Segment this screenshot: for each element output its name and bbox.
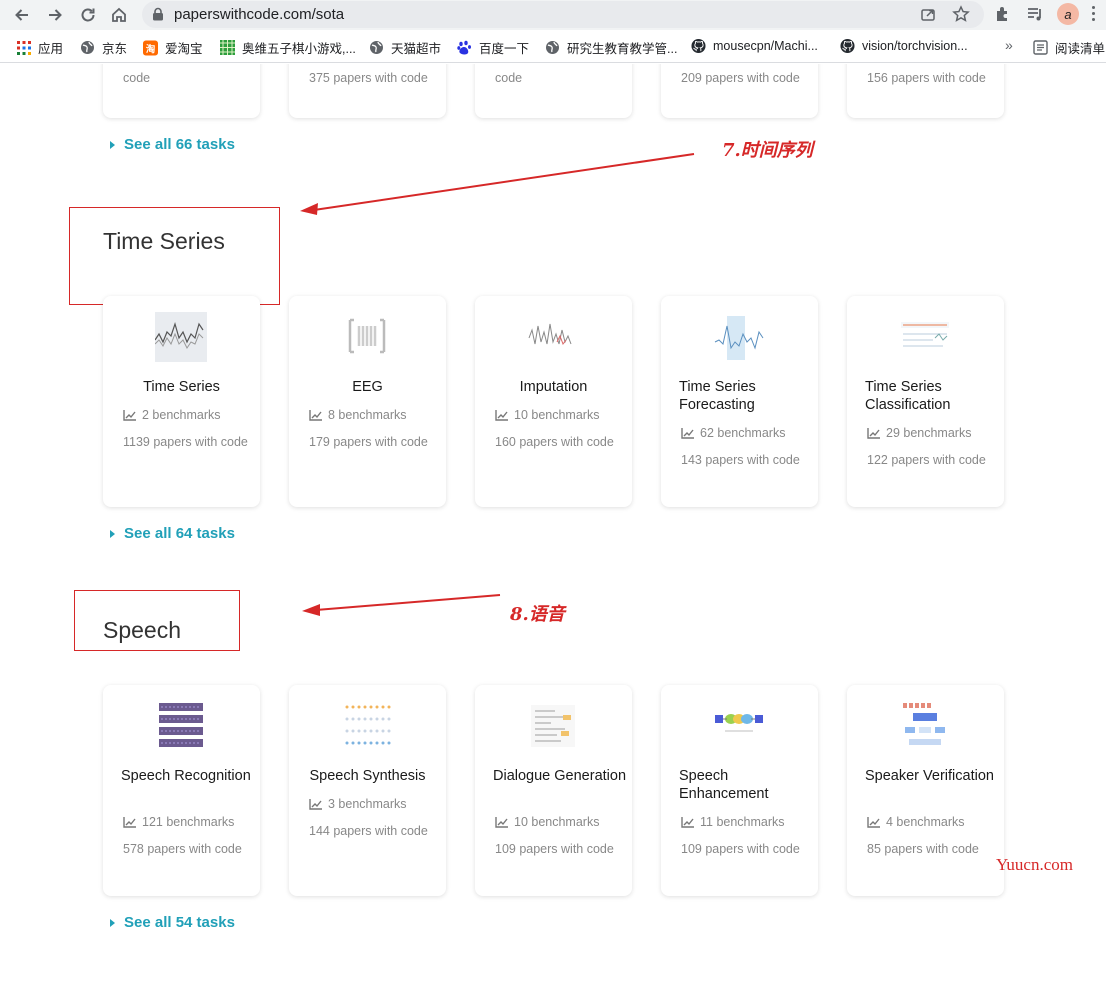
arrowhead-icon xyxy=(300,203,318,215)
watermark: Yuucn.com xyxy=(996,855,1073,874)
annotation-arrow-speech xyxy=(315,594,501,611)
annotation-arrow-time-series xyxy=(313,153,695,211)
annotation-arrows xyxy=(300,153,695,616)
arrowhead-icon xyxy=(302,604,320,616)
